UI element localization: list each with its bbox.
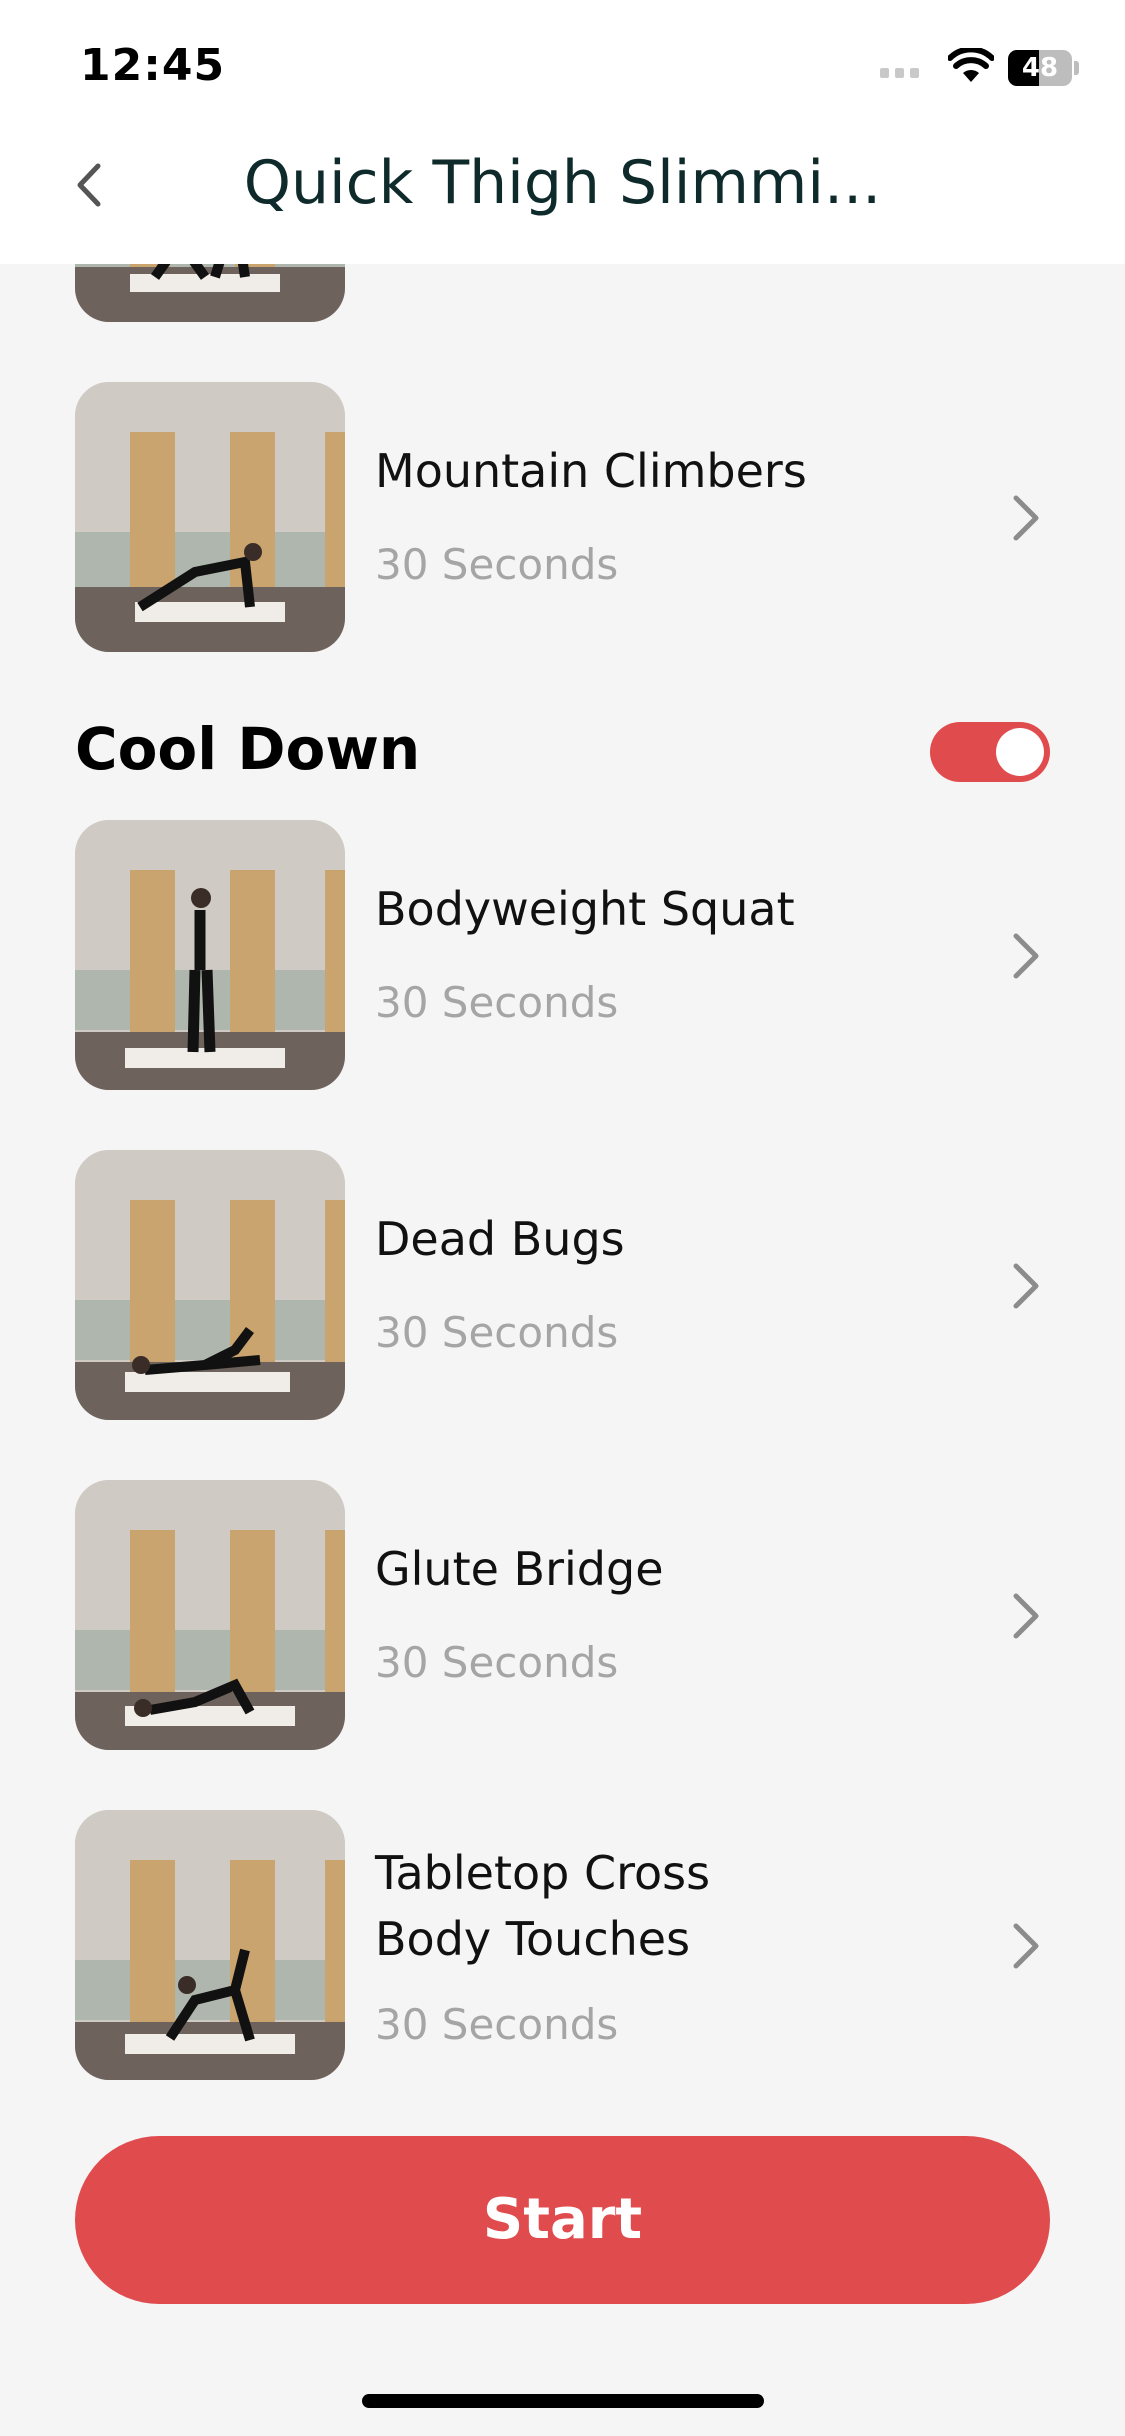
chevron-right-icon bbox=[1013, 1263, 1039, 1309]
exercise-name: Mountain Climbers bbox=[375, 444, 807, 498]
exercise-thumbnail bbox=[75, 382, 345, 652]
start-button[interactable]: Start bbox=[75, 2136, 1050, 2304]
battery-percent: 48 bbox=[1021, 53, 1059, 83]
exercise-photo bbox=[75, 820, 345, 1090]
cool-down-toggle[interactable] bbox=[930, 722, 1050, 782]
chevron-right-icon bbox=[1013, 495, 1039, 541]
exercise-photo bbox=[75, 1150, 345, 1420]
exercise-name: Bodyweight Squat bbox=[375, 882, 795, 936]
top-bar: 12:45 48 Quick Thigh Slimmi... bbox=[0, 0, 1125, 264]
exercise-thumbnail bbox=[75, 1810, 345, 2080]
exercise-photo bbox=[75, 1480, 345, 1750]
exercise-duration: 30 Seconds bbox=[375, 1638, 619, 1687]
exercise-duration: 30 Seconds bbox=[375, 2000, 619, 2049]
chevron-right-icon bbox=[1013, 933, 1039, 979]
workout-detail-screen: 12:45 48 Quick Thigh Slimmi... Mountain … bbox=[0, 0, 1125, 2436]
exercise-thumbnail bbox=[75, 1150, 345, 1420]
status-time: 12:45 bbox=[80, 40, 226, 91]
exercise-thumbnail bbox=[75, 820, 345, 1090]
exercise-duration: 30 Seconds bbox=[375, 540, 619, 589]
exercise-name: Glute Bridge bbox=[375, 1542, 664, 1596]
home-indicator[interactable] bbox=[362, 2394, 764, 2408]
exercise-name-line-1: Tabletop Cross bbox=[375, 1846, 711, 1900]
exercise-duration: 30 Seconds bbox=[375, 1308, 619, 1357]
exercise-photo bbox=[75, 382, 345, 652]
exercise-duration: 30 Seconds bbox=[375, 978, 619, 1027]
chevron-right-icon bbox=[1013, 1923, 1039, 1969]
exercise-name: Dead Bugs bbox=[375, 1212, 625, 1266]
toggle-knob bbox=[996, 728, 1044, 776]
battery-icon: 48 bbox=[1008, 50, 1079, 86]
exercise-name-line-2: Body Touches bbox=[375, 1912, 691, 1966]
page-title: Quick Thigh Slimmi... bbox=[243, 148, 882, 218]
exercise-photo bbox=[75, 1810, 345, 2080]
back-chevron-icon[interactable] bbox=[70, 160, 110, 210]
wifi-icon bbox=[948, 48, 994, 82]
exercise-thumbnail bbox=[75, 1480, 345, 1750]
chevron-right-icon bbox=[1013, 1593, 1039, 1639]
section-title-cool-down: Cool Down bbox=[75, 715, 421, 783]
signal-icon bbox=[880, 68, 919, 78]
